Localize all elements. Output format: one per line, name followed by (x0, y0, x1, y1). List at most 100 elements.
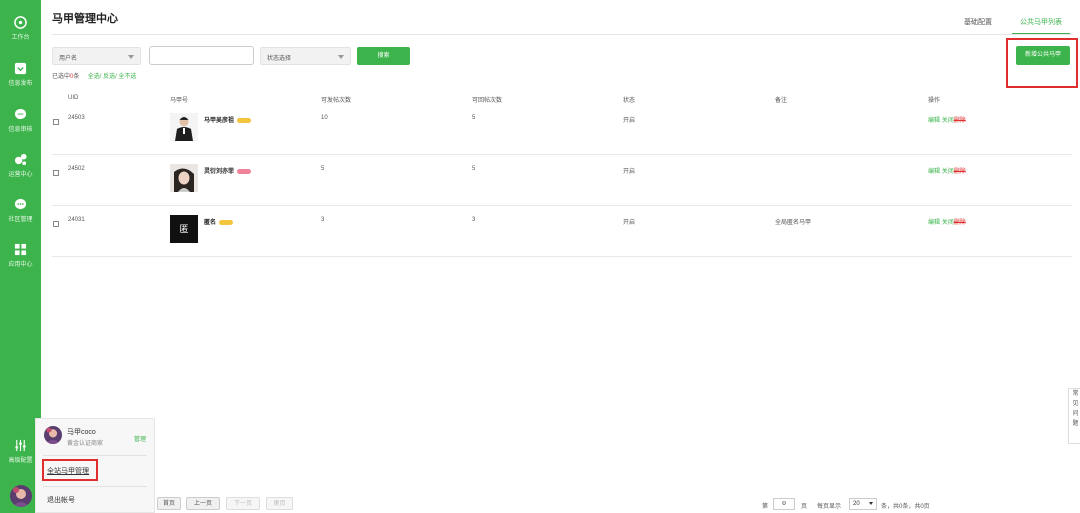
row-actions: 编辑 关闭删除 (928, 166, 966, 175)
uid-cell: 24031 (68, 217, 85, 223)
sidebar-item-label: 信息审核 (8, 127, 33, 133)
sidebar-item-label: 应用中心 (8, 262, 33, 268)
search-button[interactable]: 搜索 (357, 47, 410, 65)
per-page-select[interactable]: 20 (849, 498, 877, 510)
account-name-text: 灵衍刘亦菲 (204, 169, 235, 175)
sidebar-item-community[interactable]: 社区管理 (0, 198, 41, 223)
faq-side-tab[interactable]: 常 见 问 题 (1068, 388, 1080, 444)
side-tab-char: 题 (1072, 421, 1079, 427)
sidebar-item-label: 运营中心 (8, 172, 33, 178)
site-account-management-link[interactable]: 全站马甲管理 (47, 466, 89, 476)
status-cell: 开启 (623, 169, 636, 175)
operations-icon (14, 153, 27, 166)
sidebar-item-label: 工作台 (11, 35, 30, 41)
popup-user-subtitle: 黄金认证商家 (67, 441, 104, 447)
edit-link[interactable]: 编辑 (928, 220, 940, 226)
publish-icon (14, 62, 27, 75)
close-link[interactable]: 关闭 (942, 169, 954, 175)
select-all-link[interactable]: 全选/ (88, 74, 102, 80)
account-name-text: 匿名 (204, 220, 217, 226)
account-avatar: 匿 (170, 215, 198, 243)
sidebar-item-review[interactable]: 信息审核 (0, 108, 41, 133)
chevron-down-icon (338, 55, 344, 59)
sidebar-item-apps[interactable]: 应用中心 (0, 243, 41, 268)
reply-count-cell: 5 (472, 115, 476, 121)
selection-suffix: 条 (73, 74, 80, 80)
column-header-account: 马甲号 (170, 98, 189, 104)
sidebar-item-label: 社区管理 (8, 217, 33, 223)
sidebar-avatar[interactable] (10, 485, 32, 507)
delete-link[interactable]: 删除 (954, 169, 966, 175)
account-name-text: 马甲吴彦祖 (204, 118, 235, 124)
search-input[interactable] (149, 46, 254, 65)
edit-link[interactable]: 编辑 (928, 169, 940, 175)
popup-divider (43, 455, 147, 456)
sidebar-item-operations[interactable]: 运营中心 (0, 153, 41, 178)
delete-link[interactable]: 删除 (954, 118, 966, 124)
invert-selection-link[interactable]: 反选/ (103, 74, 117, 80)
account-name: 灵衍刘亦菲 (204, 166, 252, 175)
selection-summary: 已选中0条 全选/ 反选/ 全不选 (52, 71, 136, 80)
row-checkbox[interactable] (53, 119, 59, 125)
post-count-cell: 3 (321, 217, 325, 223)
chevron-down-icon (869, 502, 873, 505)
user-field-select-value: 用户名 (59, 56, 78, 62)
user-field-select[interactable]: 用户名 (52, 47, 141, 65)
page-number-input[interactable] (773, 498, 795, 510)
row-divider (52, 205, 1072, 206)
reply-count-cell: 3 (472, 217, 476, 223)
level-badge (237, 168, 252, 174)
column-header-reply-count: 可回帖次数 (472, 98, 503, 104)
page-suffix: 页 (801, 504, 808, 510)
apps-icon (14, 243, 27, 256)
delete-link[interactable]: 删除 (954, 220, 966, 226)
status-cell: 开启 (623, 220, 636, 226)
chevron-down-icon (128, 55, 134, 59)
page-title: 马甲管理中心 (52, 13, 118, 25)
row-divider (52, 154, 1072, 155)
row-divider (52, 256, 1072, 257)
account-name: 马甲吴彦祖 (204, 115, 252, 124)
user-avatar-image (10, 485, 32, 507)
popup-avatar (44, 426, 62, 444)
uid-cell: 24502 (68, 166, 85, 172)
review-icon (14, 108, 27, 120)
account-avatar (170, 164, 198, 192)
dashboard-icon (14, 16, 27, 29)
first-page-button[interactable]: 首页 (157, 497, 181, 510)
selection-prefix: 已选中 (52, 74, 71, 80)
community-icon (14, 198, 27, 210)
popup-user-name: 马甲coco (67, 429, 96, 436)
side-tab-char: 常 (1072, 391, 1079, 397)
header-divider (52, 34, 1072, 35)
add-public-account-button[interactable]: 新增公共马甲 (1016, 46, 1070, 65)
per-page-label: 每页显示 (817, 504, 842, 510)
close-link[interactable]: 关闭 (942, 118, 954, 124)
manage-link[interactable]: 管理 (134, 434, 146, 443)
column-header-post-count: 可发帖次数 (321, 98, 352, 104)
post-count-cell: 10 (321, 115, 328, 121)
tab-basic-config[interactable]: 基础配置 (956, 17, 1000, 34)
top-tabs: 基础配置 公共马甲列表 (944, 17, 1070, 34)
post-count-cell: 5 (321, 166, 325, 172)
app-root: 工作台 信息发布 信息审核 运营中心 社区管理 应用中心 高级配置 马甲管理中心… (0, 0, 1080, 513)
side-tab-char: 见 (1072, 401, 1079, 407)
edit-link[interactable]: 编辑 (928, 118, 940, 124)
sidebar-item-publish[interactable]: 信息发布 (0, 62, 41, 87)
logout-link[interactable]: 退出帐号 (47, 495, 75, 505)
tab-public-account-list[interactable]: 公共马甲列表 (1012, 17, 1070, 34)
avatar-text: 匿 (179, 224, 189, 234)
status-select[interactable]: 状态选择 (260, 47, 351, 65)
prev-page-button[interactable]: 上一页 (186, 497, 220, 510)
next-page-button[interactable]: 下一页 (226, 497, 260, 510)
row-checkbox[interactable] (53, 221, 59, 227)
select-none-link[interactable]: 全不选 (118, 74, 136, 80)
close-link[interactable]: 关闭 (942, 220, 954, 226)
column-header-actions: 操作 (928, 98, 941, 104)
account-name: 匿名 (204, 217, 234, 226)
row-checkbox[interactable] (53, 170, 59, 176)
last-page-button[interactable]: 尾页 (266, 497, 293, 510)
sidebar-item-dashboard[interactable]: 工作台 (0, 16, 41, 41)
row-actions: 编辑 关闭删除 (928, 217, 966, 226)
level-badge (219, 219, 234, 225)
